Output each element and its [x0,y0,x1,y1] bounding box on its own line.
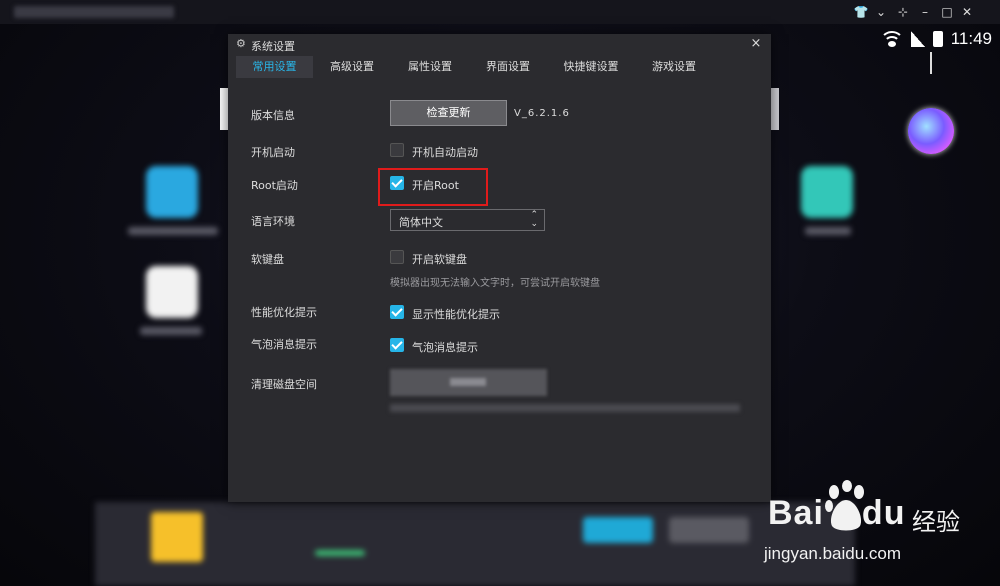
boot-start-checkbox[interactable] [390,143,404,157]
boot-start-label: 开机启动 [251,146,295,159]
shirt-icon[interactable]: 👕 [852,3,870,21]
tab-shortcuts[interactable]: 快捷键设置 [547,56,635,78]
soft-keyboard-option[interactable]: 开启软键盘 [412,251,467,267]
close-window-icon[interactable]: ✕ [958,3,976,21]
system-settings-dialog: ⚙ 系统设置 × 常用设置 高级设置 属性设置 界面设置 快捷键设置 游戏设置 … [228,34,771,502]
app-label-blurred [805,227,851,235]
panel-edge [771,88,779,130]
app-icon-blurred[interactable] [146,166,198,218]
select-arrows-icon: ⌃ ⌄ [530,210,538,229]
battery-icon [932,31,943,47]
panel-edge [220,88,228,130]
wifi-icon [879,31,904,47]
gear-icon: ⚙ [236,37,246,50]
tab-game[interactable]: 游戏设置 [635,56,713,78]
boot-start-option[interactable]: 开机自动启动 [412,144,478,160]
soft-keyboard-checkbox[interactable] [390,250,404,264]
disk-clean-label: 清理磁盘空间 [251,378,317,391]
app-label-blurred [128,227,218,235]
language-selected-value: 简体中文 [399,216,443,229]
pin-icon[interactable]: ⊹ [894,3,912,21]
check-update-button[interactable]: 检查更新 [390,100,507,126]
tab-general[interactable]: 常用设置 [236,56,313,78]
highlight-box [378,168,488,206]
clock-time: 11:49 [950,29,992,48]
bubble-tip-option[interactable]: 气泡消息提示 [412,339,478,355]
version-number: V_6.2.1.6 [514,108,570,119]
android-status-bar: 11:49 [879,26,992,52]
watermark-url: jingyan.baidu.com [764,544,902,563]
root-start-label: Root启动 [251,179,298,192]
clean-disk-button[interactable] [390,369,547,396]
emulator-title-blurred [14,6,174,18]
baidu-jingyan-watermark: Bai du 经验 jingyan.baidu.com [762,480,1000,586]
disk-clean-note-blurred [390,404,740,412]
tab-interface[interactable]: 界面设置 [469,56,547,78]
perf-tip-checkbox[interactable] [390,305,404,319]
watermark-brand: Bai du [768,494,906,532]
perf-tip-option[interactable]: 显示性能优化提示 [412,306,500,322]
signal-icon [910,31,925,47]
settings-tabs: 常用设置 高级设置 属性设置 界面设置 快捷键设置 游戏设置 [236,56,713,78]
assistant-orb-icon[interactable] [908,108,954,154]
bubble-tip-label: 气泡消息提示 [251,338,317,351]
minimize-icon[interactable]: – [916,3,934,21]
dialog-title: 系统设置 [251,40,295,53]
google-app-icon[interactable] [146,266,198,318]
soft-keyboard-hint: 模拟器出现无法输入文字时，可尝试开启软键盘 [390,278,600,289]
chevron-down-icon[interactable]: ⌄ [872,3,890,21]
close-button[interactable]: × [749,36,763,51]
bottom-panel-blurred [95,502,855,586]
bubble-tip-checkbox[interactable] [390,338,404,352]
language-select[interactable]: 简体中文 ⌃ ⌄ [390,209,545,231]
maximize-icon[interactable]: □ [938,3,956,21]
language-label: 语言环境 [251,215,295,228]
emulator-title-bar: 👕 ⌄ ⊹ – □ ✕ [0,0,1000,24]
tab-advanced[interactable]: 高级设置 [313,56,391,78]
watermark-product: 经验 [912,508,960,536]
sidebar-indicator [930,52,932,74]
tab-properties[interactable]: 属性设置 [391,56,469,78]
version-info-label: 版本信息 [251,109,295,122]
app-label-blurred [140,327,202,335]
perf-tip-label: 性能优化提示 [251,306,317,319]
app-icon-blurred[interactable] [801,166,853,218]
soft-keyboard-label: 软键盘 [251,253,284,266]
dialog-title-bar: ⚙ 系统设置 × [228,34,771,56]
